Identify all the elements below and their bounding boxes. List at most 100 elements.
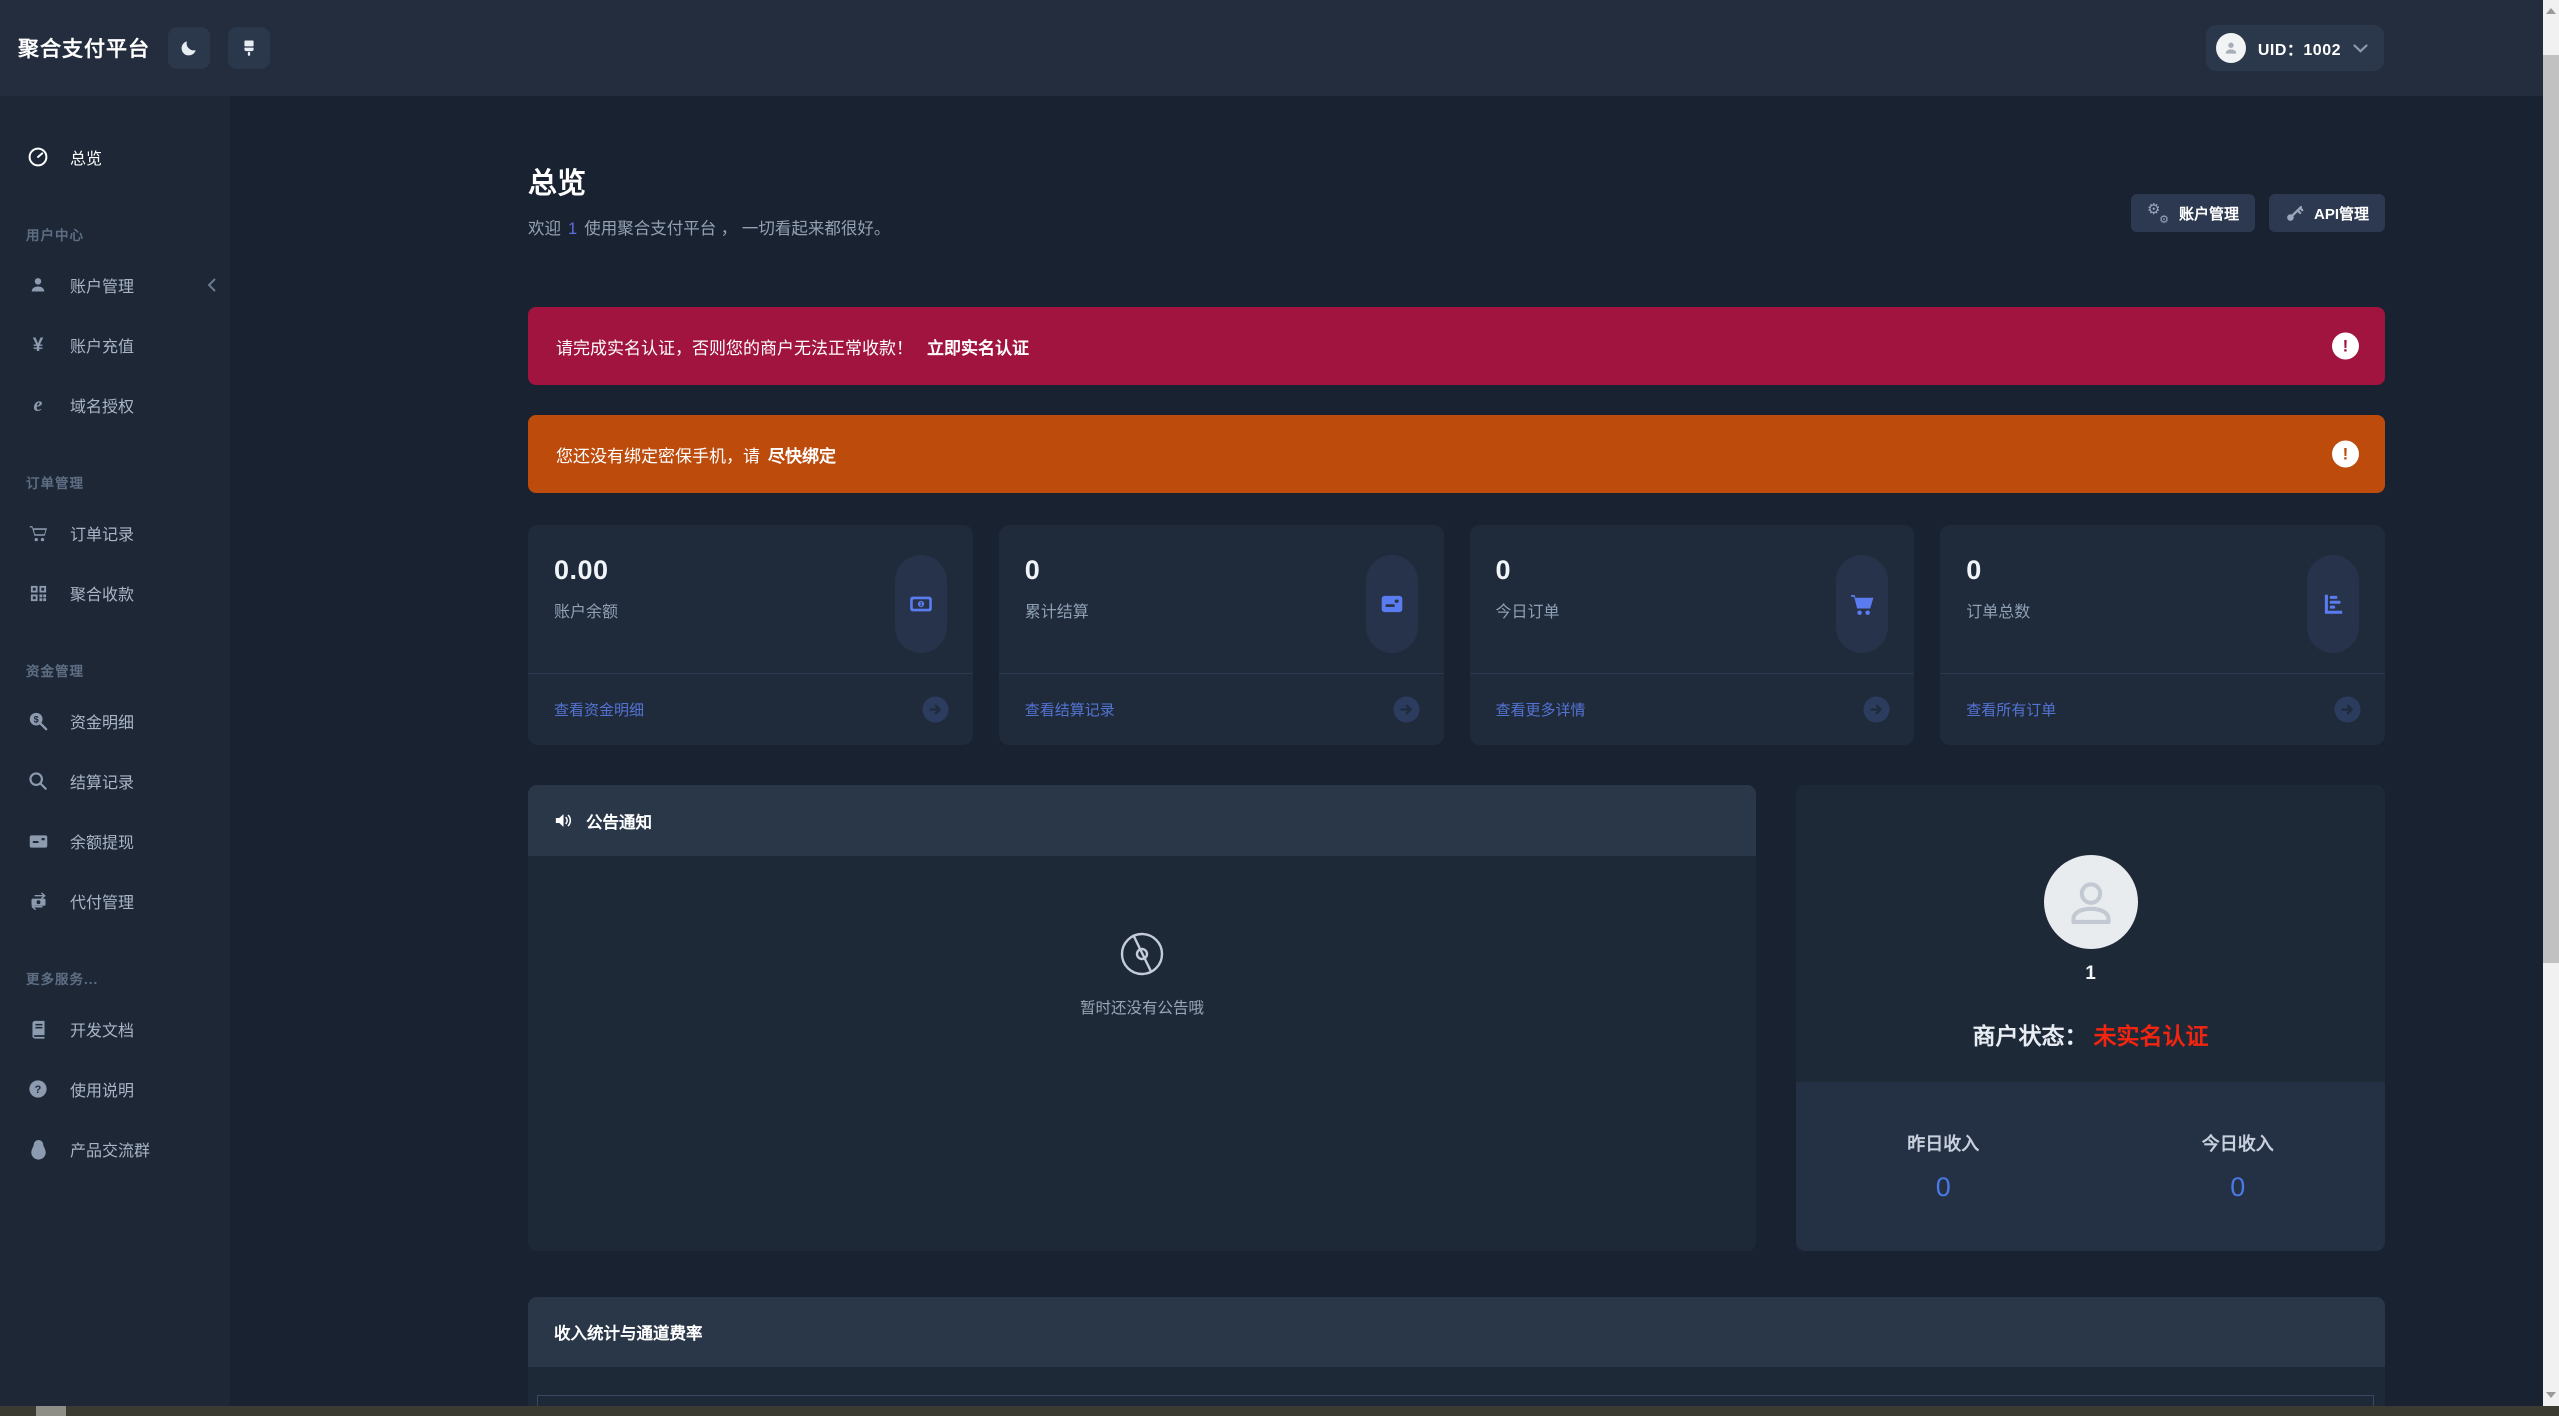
stat-value: 0.00 (554, 555, 609, 585)
sidebar-item-label: 产品交流群 (70, 1143, 151, 1160)
sidebar-item-account-management[interactable]: 账户管理 (0, 255, 230, 315)
sidebar-item-settlement-records[interactable]: 结算记录 (0, 751, 230, 811)
stat-label: 订单总数 (1966, 604, 2031, 621)
sidebar-item-label: 使用说明 (70, 1083, 135, 1100)
main-content: 总览 欢迎 1 使用聚合支付平台 ， 一切看起来都很好。 ⚙ ⚙ 账户管理 API管理 (230, 96, 2543, 1406)
arrow-circle-icon[interactable] (922, 696, 949, 723)
money-check-icon (1365, 555, 1418, 653)
person-icon (2222, 39, 2240, 57)
qrcode-icon (26, 584, 50, 603)
gauge-icon (26, 146, 50, 168)
exclamation-circle-icon: ! (2332, 332, 2359, 360)
stat-label: 账户余额 (554, 604, 619, 621)
sidebar-item-order-records[interactable]: 订单记录 (0, 503, 230, 563)
sidebar-item-dev-docs[interactable]: 开发文档 (0, 999, 230, 1059)
brush-icon (239, 38, 259, 58)
scroll-down-button[interactable] (2543, 1384, 2559, 1406)
money-transfer-icon (26, 891, 50, 912)
bind-phone-alert: 您还没有绑定密保手机，请 尽快绑定 ! (528, 415, 2385, 493)
sidebar-item-label: 代付管理 (70, 895, 135, 912)
button-label: 账户管理 (2178, 205, 2239, 223)
sidebar-item-aggregate-collection[interactable]: 聚合收款 (0, 563, 230, 623)
page-title: 总览 (528, 168, 587, 200)
sidebar-section-more-services: 更多服务... (26, 972, 99, 987)
user-menu[interactable]: UID：1002 (2205, 25, 2384, 71)
topbar: 聚合支付平台 UID：1002 (0, 0, 2543, 96)
skin-button[interactable] (228, 27, 270, 69)
sidebar-item-overview[interactable]: 总览 (0, 127, 230, 187)
button-label: API管理 (2313, 205, 2369, 223)
sidebar-item-label: 账户管理 (70, 279, 135, 296)
chevron-down-icon (2353, 43, 2368, 53)
search-icon (26, 771, 50, 791)
key-icon (2285, 204, 2304, 223)
sidebar-item-account-recharge[interactable]: ¥ 账户充值 (0, 315, 230, 375)
penguin-icon (26, 1139, 50, 1160)
panel-title: 收入统计与通道费率 (554, 1325, 703, 1343)
chart-bar-icon (2307, 555, 2359, 653)
sidebar-item-domain-auth[interactable]: e 域名授权 (0, 375, 230, 435)
income-value: 0 (2230, 1172, 2246, 1202)
stat-value: 0 (1495, 555, 1512, 585)
card-icon (26, 831, 50, 852)
user-avatar (2215, 33, 2246, 63)
arrow-circle-icon[interactable] (1863, 696, 1890, 723)
income-label: 今日收入 (2201, 1134, 2274, 1154)
sidebar-item-balance-withdraw[interactable]: 余额提现 (0, 811, 230, 871)
cart-icon (1836, 555, 1889, 653)
sidebar-item-fund-details[interactable]: $ 资金明细 (0, 691, 230, 751)
view-all-orders-link[interactable]: 查看所有订单 (1966, 699, 2056, 720)
alert-text: 请完成实名认证，否则您的商户无法正常收款！ (556, 338, 913, 358)
sidebar-item-payout-management[interactable]: 代付管理 (0, 871, 230, 931)
view-more-details-link[interactable]: 查看更多详情 (1496, 699, 1586, 720)
income-value: 0 (1935, 1172, 1951, 1202)
disc-slash-icon (1118, 930, 1166, 978)
sidebar-item-label: 余额提现 (70, 835, 135, 852)
stat-card-total-orders: 0 订单总数 查看所有订单 (1940, 525, 2385, 745)
stat-card-today-orders: 0 今日订单 查看更多详情 (1469, 525, 1915, 745)
status-value: 未实名认证 (2093, 1023, 2209, 1049)
income-stats-panel: 收入统计与通道费率 (528, 1297, 2385, 1406)
stat-label: 今日订单 (1495, 604, 1560, 621)
sidebar: 总览 用户中心 账户管理 ¥ 账户充值 e 域名授权 订单管理 订单记录 聚合收… (0, 96, 230, 1406)
panel-title: 公告通知 (586, 813, 652, 832)
yesterday-income: 昨日收入 0 (1796, 1082, 2091, 1251)
realname-alert-link[interactable]: 立即实名认证 (927, 334, 1029, 359)
view-settlement-records-link[interactable]: 查看结算记录 (1025, 699, 1115, 720)
sidebar-item-usage-guide[interactable]: ? 使用说明 (0, 1059, 230, 1119)
sidebar-item-label: 域名授权 (70, 399, 135, 416)
horizontal-scrollbar-thumb[interactable] (36, 1406, 66, 1416)
sidebar-item-label: 结算记录 (70, 775, 135, 792)
yen-icon: ¥ (32, 334, 44, 356)
merchant-uid: 1 (2085, 963, 2096, 984)
account-management-button[interactable]: ⚙ ⚙ 账户管理 (2130, 194, 2255, 232)
stat-value: 0 (1024, 555, 1041, 585)
welcome-text: 欢迎 1 使用聚合支付平台 ， 一切看起来都很好。 (528, 215, 890, 239)
announcements-empty-state: 暂时还没有公告哦 (528, 856, 1756, 1018)
alert-text: 您还没有绑定密保手机，请 (556, 446, 760, 466)
scroll-up-button[interactable] (2543, 0, 2559, 22)
search-dollar-icon: $ (26, 711, 50, 731)
svg-text:?: ? (35, 1084, 42, 1096)
money-bill-icon: 1 (894, 555, 947, 653)
today-income: 今日收入 0 (2091, 1082, 2386, 1251)
arrow-circle-icon[interactable] (2334, 696, 2361, 723)
horizontal-scrollbar[interactable] (0, 1406, 2559, 1416)
welcome-uid: 1 (568, 220, 578, 238)
stat-card-settlement: 0 累计结算 查看结算记录 (998, 525, 1444, 745)
theme-toggle-button[interactable] (168, 27, 210, 69)
arrow-circle-icon[interactable] (1393, 696, 1420, 723)
gears-icon: ⚙ ⚙ (2146, 201, 2169, 226)
vertical-scrollbar-thumb[interactable] (2543, 55, 2559, 963)
api-management-button[interactable]: API管理 (2268, 194, 2385, 232)
speaker-icon (554, 812, 573, 829)
bind-phone-alert-link[interactable]: 尽快绑定 (768, 442, 836, 467)
sidebar-item-label: 账户充值 (70, 339, 135, 356)
stat-card-balance: 0.00 账户余额 1 查看资金明细 (528, 525, 973, 745)
vertical-scrollbar[interactable] (2543, 0, 2559, 1406)
merchant-avatar (2043, 855, 2138, 949)
merchant-status-line: 商户状态： 未实名认证 (1973, 1017, 2209, 1051)
question-icon: ? (26, 1079, 50, 1099)
view-fund-details-link[interactable]: 查看资金明细 (554, 699, 644, 720)
sidebar-item-product-group[interactable]: 产品交流群 (0, 1119, 230, 1179)
